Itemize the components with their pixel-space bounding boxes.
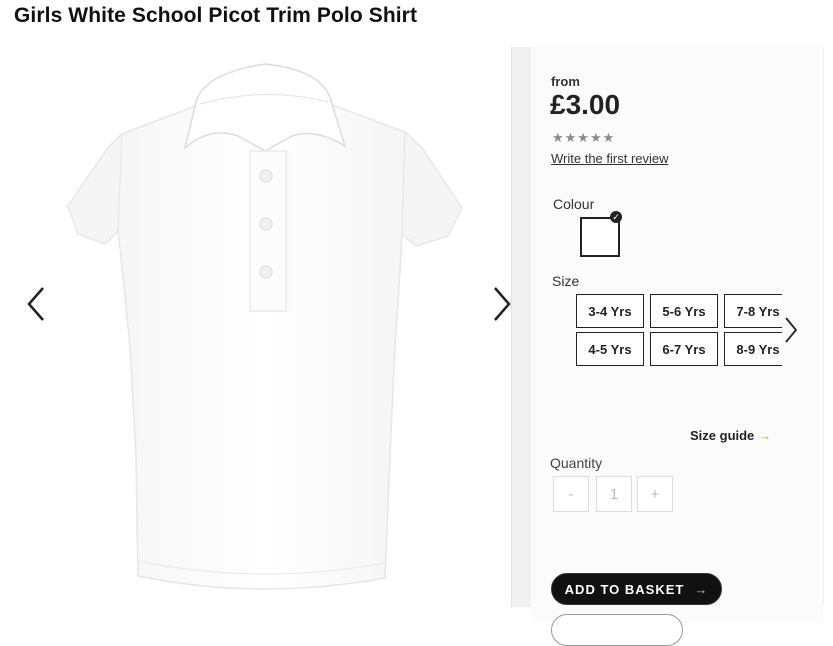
size-guide-label: Size guide xyxy=(690,428,755,443)
quantity-input[interactable]: 1 xyxy=(596,476,632,512)
size-option[interactable]: 8-9 Yrs xyxy=(724,332,782,366)
quantity-label: Quantity xyxy=(550,455,603,471)
add-to-basket-label: ADD TO BASKET xyxy=(564,581,685,597)
arrow-right-icon: → xyxy=(694,581,709,597)
size-label: Size xyxy=(552,273,580,289)
size-option[interactable]: 7-8 Yrs xyxy=(724,294,782,328)
rating-stars-icon: ★★★★★ xyxy=(552,130,616,145)
quantity-decrement-button[interactable]: - xyxy=(553,476,589,512)
check-icon: ✓ xyxy=(610,211,622,223)
size-option[interactable]: 3-4 Yrs xyxy=(576,294,644,328)
polo-shirt-image xyxy=(67,63,463,590)
size-option[interactable]: 5-6 Yrs xyxy=(650,294,718,328)
gallery-prev-button[interactable] xyxy=(22,282,50,326)
secondary-action-button[interactable] xyxy=(551,614,683,646)
size-option[interactable]: 4-5 Yrs xyxy=(576,332,644,366)
product-image-gallery xyxy=(0,44,520,623)
arrow-right-icon: → xyxy=(758,428,772,443)
add-to-basket-button[interactable]: ADD TO BASKET → xyxy=(551,573,722,605)
write-review-link[interactable]: Write the first review xyxy=(551,151,669,166)
size-options: 3-4 Yrs 5-6 Yrs 7-8 Yrs 4-5 Yrs 6-7 Yrs … xyxy=(576,294,782,370)
quantity-increment-button[interactable]: + xyxy=(637,476,673,512)
size-guide-link[interactable]: Size guide → xyxy=(690,428,771,443)
size-option[interactable]: 6-7 Yrs xyxy=(650,332,718,366)
product-title: Girls White School Picot Trim Polo Shirt xyxy=(14,4,418,27)
price-from-label: from xyxy=(551,74,580,89)
colour-label: Colour xyxy=(553,196,595,212)
colour-swatch-white[interactable] xyxy=(580,217,620,257)
chevron-left-icon xyxy=(27,287,44,321)
size-scroll-next-button[interactable] xyxy=(784,316,804,346)
price: £3.00 xyxy=(550,89,621,120)
chevron-right-icon xyxy=(494,287,511,321)
chevron-right-icon xyxy=(785,317,798,343)
